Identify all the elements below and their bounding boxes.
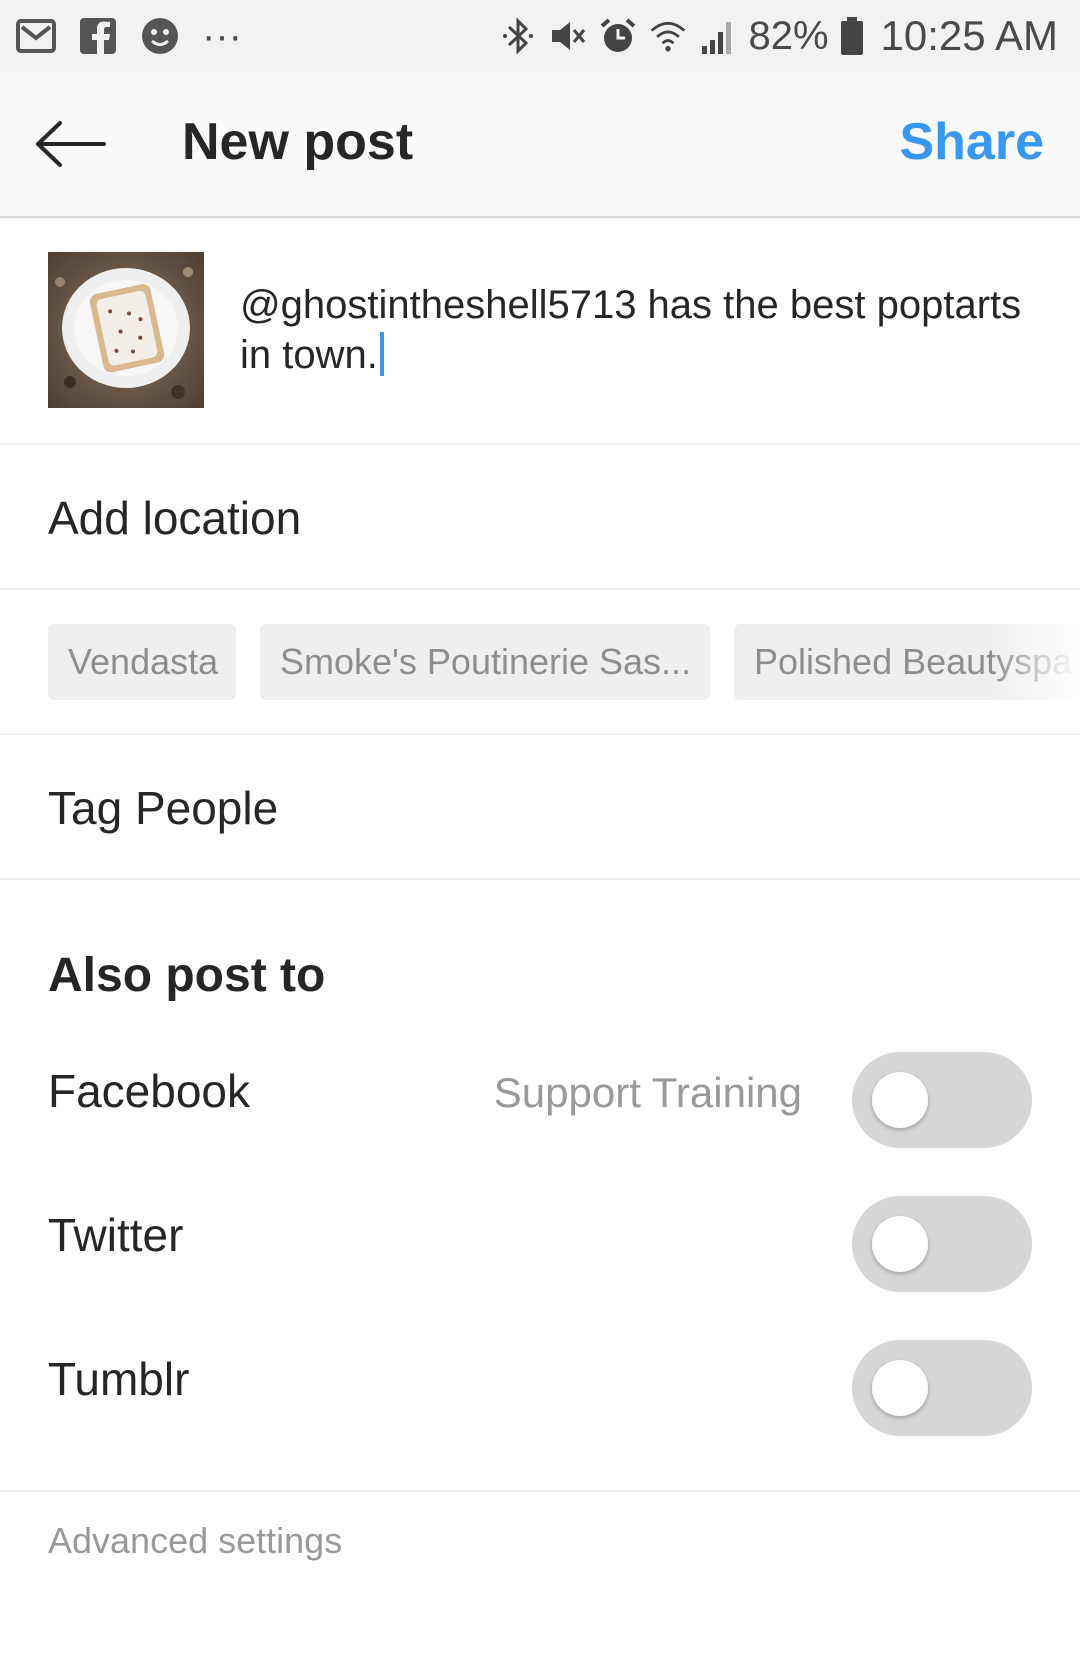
page-title: New post: [182, 113, 414, 171]
location-chip[interactable]: Smoke's Poutinerie Sas...: [260, 624, 710, 700]
facebook-icon: [78, 16, 118, 56]
back-arrow-icon: [34, 120, 106, 173]
tumblr-toggle[interactable]: [852, 1340, 1032, 1436]
text-cursor: [379, 332, 384, 376]
battery-percent: 82%: [748, 13, 829, 58]
location-suggestions: Vendasta Smoke's Poutinerie Sas... Polis…: [0, 590, 1080, 735]
status-left: ···: [16, 14, 242, 59]
facebook-toggle[interactable]: [852, 1052, 1032, 1148]
more-notifications: ···: [202, 13, 242, 58]
twitter-toggle[interactable]: [852, 1196, 1032, 1292]
toggle-knob: [872, 1216, 928, 1272]
status-right: 82% 10:25 AM: [498, 12, 1058, 60]
caption-row: @ghostintheshell5713 has the best poptar…: [0, 218, 1080, 445]
bluetooth-icon: [498, 16, 538, 56]
top-app-bar: New post Share: [0, 72, 1080, 218]
location-chip[interactable]: Vendasta: [48, 624, 236, 700]
share-button[interactable]: Share: [899, 112, 1044, 172]
advanced-settings-link[interactable]: Advanced settings: [48, 1520, 342, 1562]
status-bar: ··· 82% 10:25 AM: [0, 0, 1080, 72]
add-location-row[interactable]: Add location: [0, 445, 1080, 590]
toggle-knob: [872, 1072, 928, 1128]
mute-icon: [548, 16, 588, 56]
scroll-fade: [990, 590, 1080, 733]
facebook-account-name[interactable]: Support Training: [494, 1069, 802, 1117]
share-target-label: Tumblr: [48, 1353, 190, 1405]
caption-text: @ghostintheshell5713 has the best poptar…: [240, 283, 1022, 377]
battery-icon: [839, 16, 865, 56]
caption-input[interactable]: @ghostintheshell5713 has the best poptar…: [240, 280, 1040, 380]
add-location-label: Add location: [48, 492, 302, 544]
tag-people-label: Tag People: [48, 782, 279, 834]
mail-icon: [16, 16, 56, 56]
tag-people-row[interactable]: Tag People: [0, 735, 1080, 880]
divider: [0, 1490, 1080, 1492]
alarm-icon: [598, 16, 638, 56]
back-button[interactable]: [30, 116, 110, 176]
toggle-knob: [872, 1360, 928, 1416]
share-target-label: Facebook: [48, 1065, 251, 1117]
clock: 10:25 AM: [880, 12, 1058, 59]
share-tumblr-row: Tumblr: [0, 1330, 1080, 1440]
signal-icon: [698, 16, 738, 56]
share-target-label: Twitter: [48, 1209, 184, 1261]
wifi-icon: [648, 16, 688, 56]
share-twitter-row: Twitter: [0, 1186, 1080, 1296]
share-facebook-row: Facebook Support Training: [0, 1042, 1080, 1152]
also-post-to-heading: Also post to: [48, 949, 326, 1002]
emoji-icon: [140, 16, 180, 56]
location-chip-label: Vendasta: [68, 641, 219, 682]
post-thumbnail[interactable]: [48, 252, 204, 408]
location-chip-label: Smoke's Poutinerie Sas...: [280, 641, 692, 682]
